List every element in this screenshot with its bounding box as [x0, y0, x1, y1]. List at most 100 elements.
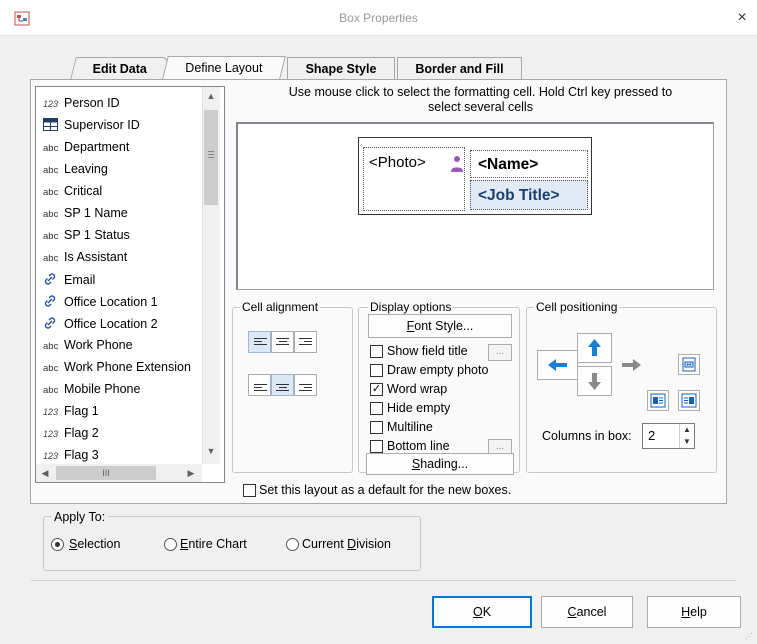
- tab-border-and-fill[interactable]: Border and Fill: [397, 57, 522, 79]
- scroll-right-icon[interactable]: ▶: [184, 468, 198, 479]
- separator: [31, 580, 736, 581]
- field-list[interactable]: 123 Person ID Supervisor ID abc Department ab…: [35, 86, 225, 483]
- photo-left-button[interactable]: [647, 390, 669, 411]
- apply-selection-radio[interactable]: [51, 538, 64, 551]
- field-list-item[interactable]: abc Critical: [36, 180, 102, 202]
- field-list-item[interactable]: Office Location 2: [36, 312, 158, 334]
- tab-define-layout[interactable]: Define Layout: [162, 56, 286, 79]
- field-list-item[interactable]: 123 Flag 2: [36, 422, 99, 444]
- apply-current-division-pre: Current: [302, 537, 348, 551]
- field-list-item-label: Person ID: [64, 96, 120, 110]
- person-icon: [450, 155, 464, 173]
- cancel-mnemonic: C: [567, 605, 577, 619]
- option-ellipsis-button[interactable]: ...: [488, 344, 512, 361]
- resize-grip-icon[interactable]: ⋰: [745, 632, 753, 641]
- tab-shape-style[interactable]: Shape Style: [287, 57, 395, 79]
- display-option-checkbox[interactable]: [370, 402, 383, 415]
- text-field-icon: abc: [43, 165, 59, 176]
- apply-entire-chart-radio[interactable]: [164, 538, 177, 551]
- cell-positioning-label: Cell positioning: [534, 300, 620, 314]
- arrow-down-icon: [588, 373, 601, 390]
- shading-button[interactable]: Shading...: [366, 453, 514, 475]
- display-option-checkbox[interactable]: ✓: [370, 383, 383, 396]
- align-top-left-button[interactable]: [248, 331, 271, 353]
- photo-right-button[interactable]: [678, 390, 700, 411]
- field-list-item[interactable]: Supervisor ID: [36, 114, 140, 136]
- field-list-item-label: Email: [64, 273, 96, 287]
- apply-current-division-radio[interactable]: [286, 538, 299, 551]
- align-bottom-left-button[interactable]: [248, 374, 271, 396]
- help-button[interactable]: Help: [647, 596, 741, 628]
- columns-in-box-spinner[interactable]: 2 ▲ ▼: [642, 423, 695, 449]
- display-option-label: Bottom line: [387, 439, 450, 453]
- apply-selection-label[interactable]: Selection: [69, 537, 120, 552]
- apply-selection-rest: election: [77, 537, 121, 551]
- link-field-icon: [43, 290, 64, 312]
- move-up-button[interactable]: [577, 333, 612, 363]
- spin-up-icon[interactable]: ▲: [683, 425, 691, 434]
- move-down-button[interactable]: [577, 366, 612, 396]
- move-right-button[interactable]: [611, 350, 652, 380]
- field-list-item[interactable]: abc Mobile Phone: [36, 378, 140, 400]
- field-list-item[interactable]: abc SP 1 Status: [36, 224, 130, 246]
- display-option-checkbox[interactable]: [370, 440, 383, 453]
- field-list-item[interactable]: abc SP 1 Name: [36, 202, 128, 224]
- align-bottom-right-button[interactable]: [294, 374, 317, 396]
- numeric-field-icon: 123: [43, 99, 59, 109]
- field-list-item-label: Work Phone Extension: [64, 360, 191, 374]
- close-button[interactable]: ×: [733, 9, 751, 27]
- field-list-item-label: SP 1 Name: [64, 206, 128, 220]
- display-option-checkbox[interactable]: [370, 364, 383, 377]
- display-options-label: Display options: [368, 300, 454, 314]
- cancel-button[interactable]: Cancel: [541, 596, 633, 628]
- numeric-field-icon: 123: [43, 407, 59, 417]
- apply-current-division-mnemonic: D: [347, 537, 357, 551]
- shading-rest: hading...: [420, 457, 469, 471]
- field-list-item[interactable]: abc Leaving: [36, 158, 108, 180]
- display-option-checkbox[interactable]: [370, 421, 383, 434]
- field-list-item[interactable]: Office Location 1: [36, 290, 158, 312]
- field-list-item[interactable]: 123 Flag 3: [36, 444, 99, 466]
- ok-button[interactable]: OK: [432, 596, 532, 628]
- field-list-item[interactable]: abc Work Phone Extension: [36, 356, 191, 378]
- display-option-checkbox[interactable]: [370, 345, 383, 358]
- field-list-item[interactable]: abc Work Phone: [36, 334, 133, 356]
- align-bottom-center-button[interactable]: [271, 374, 294, 396]
- text-field-icon: abc: [43, 187, 59, 198]
- cell-span-button[interactable]: [678, 354, 700, 375]
- align-top-center-button[interactable]: [271, 331, 294, 353]
- table-field-icon: [43, 115, 64, 137]
- link-field-icon: [43, 268, 64, 290]
- text-field-icon: abc: [43, 253, 59, 264]
- text-field-icon: abc: [43, 143, 59, 154]
- scroll-left-icon[interactable]: ◀: [38, 468, 52, 479]
- apply-current-division-label[interactable]: Current Division: [302, 537, 391, 552]
- scroll-up-icon[interactable]: ▲: [204, 91, 218, 101]
- align-top-right-button[interactable]: [294, 331, 317, 353]
- default-layout-checkbox[interactable]: [243, 484, 256, 497]
- font-style-rest: ont Style...: [414, 319, 474, 333]
- field-list-hscroll-thumb[interactable]: III: [56, 466, 156, 480]
- spin-down-icon[interactable]: ▼: [683, 437, 691, 446]
- field-list-item[interactable]: 123 Person ID: [36, 92, 120, 114]
- ok-rest: K: [482, 605, 492, 619]
- field-list-item-label: Is Assistant: [64, 250, 128, 264]
- arrow-up-icon: [588, 339, 601, 356]
- field-list-item[interactable]: Email: [36, 268, 95, 290]
- field-list-item[interactable]: 123 Flag 1: [36, 400, 99, 422]
- font-style-button[interactable]: Font Style...: [368, 314, 512, 338]
- field-list-item[interactable]: abc Is Assistant: [36, 246, 127, 268]
- apply-entire-chart-rest: ntire Chart: [188, 537, 247, 551]
- instruction-line-1: Use mouse click to select the formatting…: [288, 85, 673, 99]
- arrow-right-icon: [622, 359, 641, 371]
- field-list-vscroll-thumb[interactable]: [204, 110, 218, 205]
- field-list-item-label: Work Phone: [64, 338, 133, 352]
- apply-current-division-rest: ivision: [356, 537, 391, 551]
- display-option-label: Word wrap: [387, 382, 448, 396]
- scroll-down-icon[interactable]: ▼: [204, 446, 218, 456]
- tab-edit-data[interactable]: Edit Data: [70, 57, 170, 79]
- move-left-button[interactable]: [537, 350, 578, 380]
- link-field-icon: [43, 312, 64, 334]
- field-list-item[interactable]: abc Department: [36, 136, 129, 158]
- apply-entire-chart-label[interactable]: Entire Chart: [180, 537, 247, 552]
